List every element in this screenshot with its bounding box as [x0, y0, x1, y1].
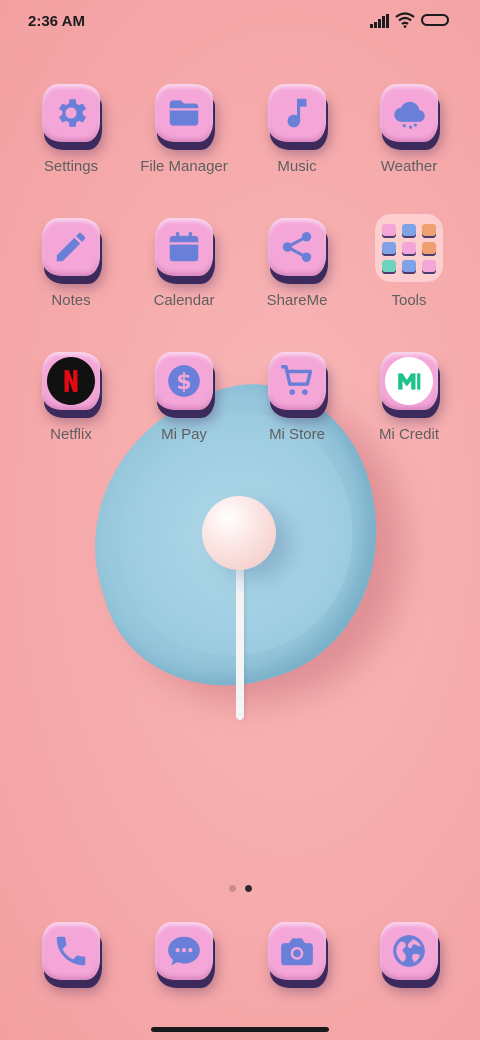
pencil-icon [42, 218, 100, 276]
app-settings[interactable]: Settings [16, 84, 126, 175]
app-file-manager[interactable]: File Manager [129, 84, 239, 175]
app-label: Settings [43, 158, 99, 175]
app-mi-store[interactable]: Mi Store [242, 352, 352, 443]
calendar-icon [155, 218, 213, 276]
page-indicator [229, 879, 261, 897]
mini-app-icon [382, 260, 396, 272]
wifi-icon [395, 12, 415, 28]
app-label: Mi Pay [161, 426, 207, 443]
mini-app-icon [402, 242, 416, 254]
status-time: 2:36 AM [28, 13, 85, 30]
dollar-icon: $ [155, 352, 213, 410]
page-dot-1[interactable] [229, 885, 236, 892]
mini-app-icon [382, 224, 396, 236]
dock-browser[interactable] [354, 922, 464, 980]
mini-app-icon [382, 242, 396, 254]
app-label: Mi Credit [378, 426, 439, 443]
app-notes[interactable]: Notes [16, 218, 126, 309]
wallpaper-lollipop [202, 496, 276, 570]
app-shareme[interactable]: ShareMe [242, 218, 352, 309]
svg-text:$: $ [176, 369, 191, 395]
folder-icon [155, 84, 213, 142]
dock-messages[interactable] [129, 922, 239, 980]
app-label: Music [277, 158, 317, 175]
app-label: File Manager [140, 158, 228, 175]
dock-camera[interactable] [242, 922, 352, 980]
folder-tools[interactable]: Tools [354, 214, 464, 309]
globe-icon [380, 922, 438, 980]
cloud-icon [380, 84, 438, 142]
battery-icon [421, 14, 449, 26]
app-label: Notes [51, 292, 91, 309]
mini-app-icon [402, 260, 416, 272]
app-weather[interactable]: Weather [354, 84, 464, 175]
phone-icon [42, 922, 100, 980]
mi-logo-icon [380, 352, 438, 410]
app-label: ShareMe [266, 292, 328, 309]
mini-app-icon [422, 242, 436, 254]
netflix-logo-icon [42, 352, 100, 410]
cart-icon [268, 352, 326, 410]
app-mi-pay[interactable]: $ Mi Pay [129, 352, 239, 443]
folder-grid-icon [375, 214, 443, 282]
app-label: Weather [380, 158, 438, 175]
gear-icon [42, 84, 100, 142]
page-dot-2[interactable] [245, 885, 252, 892]
status-bar: 2:36 AM [0, 0, 480, 44]
share-icon [268, 218, 326, 276]
signal-icon [370, 14, 389, 28]
app-label: Mi Store [269, 426, 325, 443]
app-netflix[interactable]: Netflix [16, 352, 126, 443]
app-music[interactable]: Music [242, 84, 352, 175]
music-note-icon [268, 84, 326, 142]
wallpaper-lollipop-stick [236, 555, 244, 720]
gesture-home-bar[interactable] [151, 1027, 329, 1032]
dock-phone[interactable] [16, 922, 126, 980]
message-icon [155, 922, 213, 980]
app-label: Calendar [153, 292, 215, 309]
mini-app-icon [422, 224, 436, 236]
app-label: Netflix [50, 426, 92, 443]
app-label: Tools [391, 292, 427, 309]
mini-app-icon [402, 224, 416, 236]
app-mi-credit[interactable]: Mi Credit [354, 352, 464, 443]
app-calendar[interactable]: Calendar [129, 218, 239, 309]
camera-icon [268, 922, 326, 980]
mini-app-icon [422, 260, 436, 272]
